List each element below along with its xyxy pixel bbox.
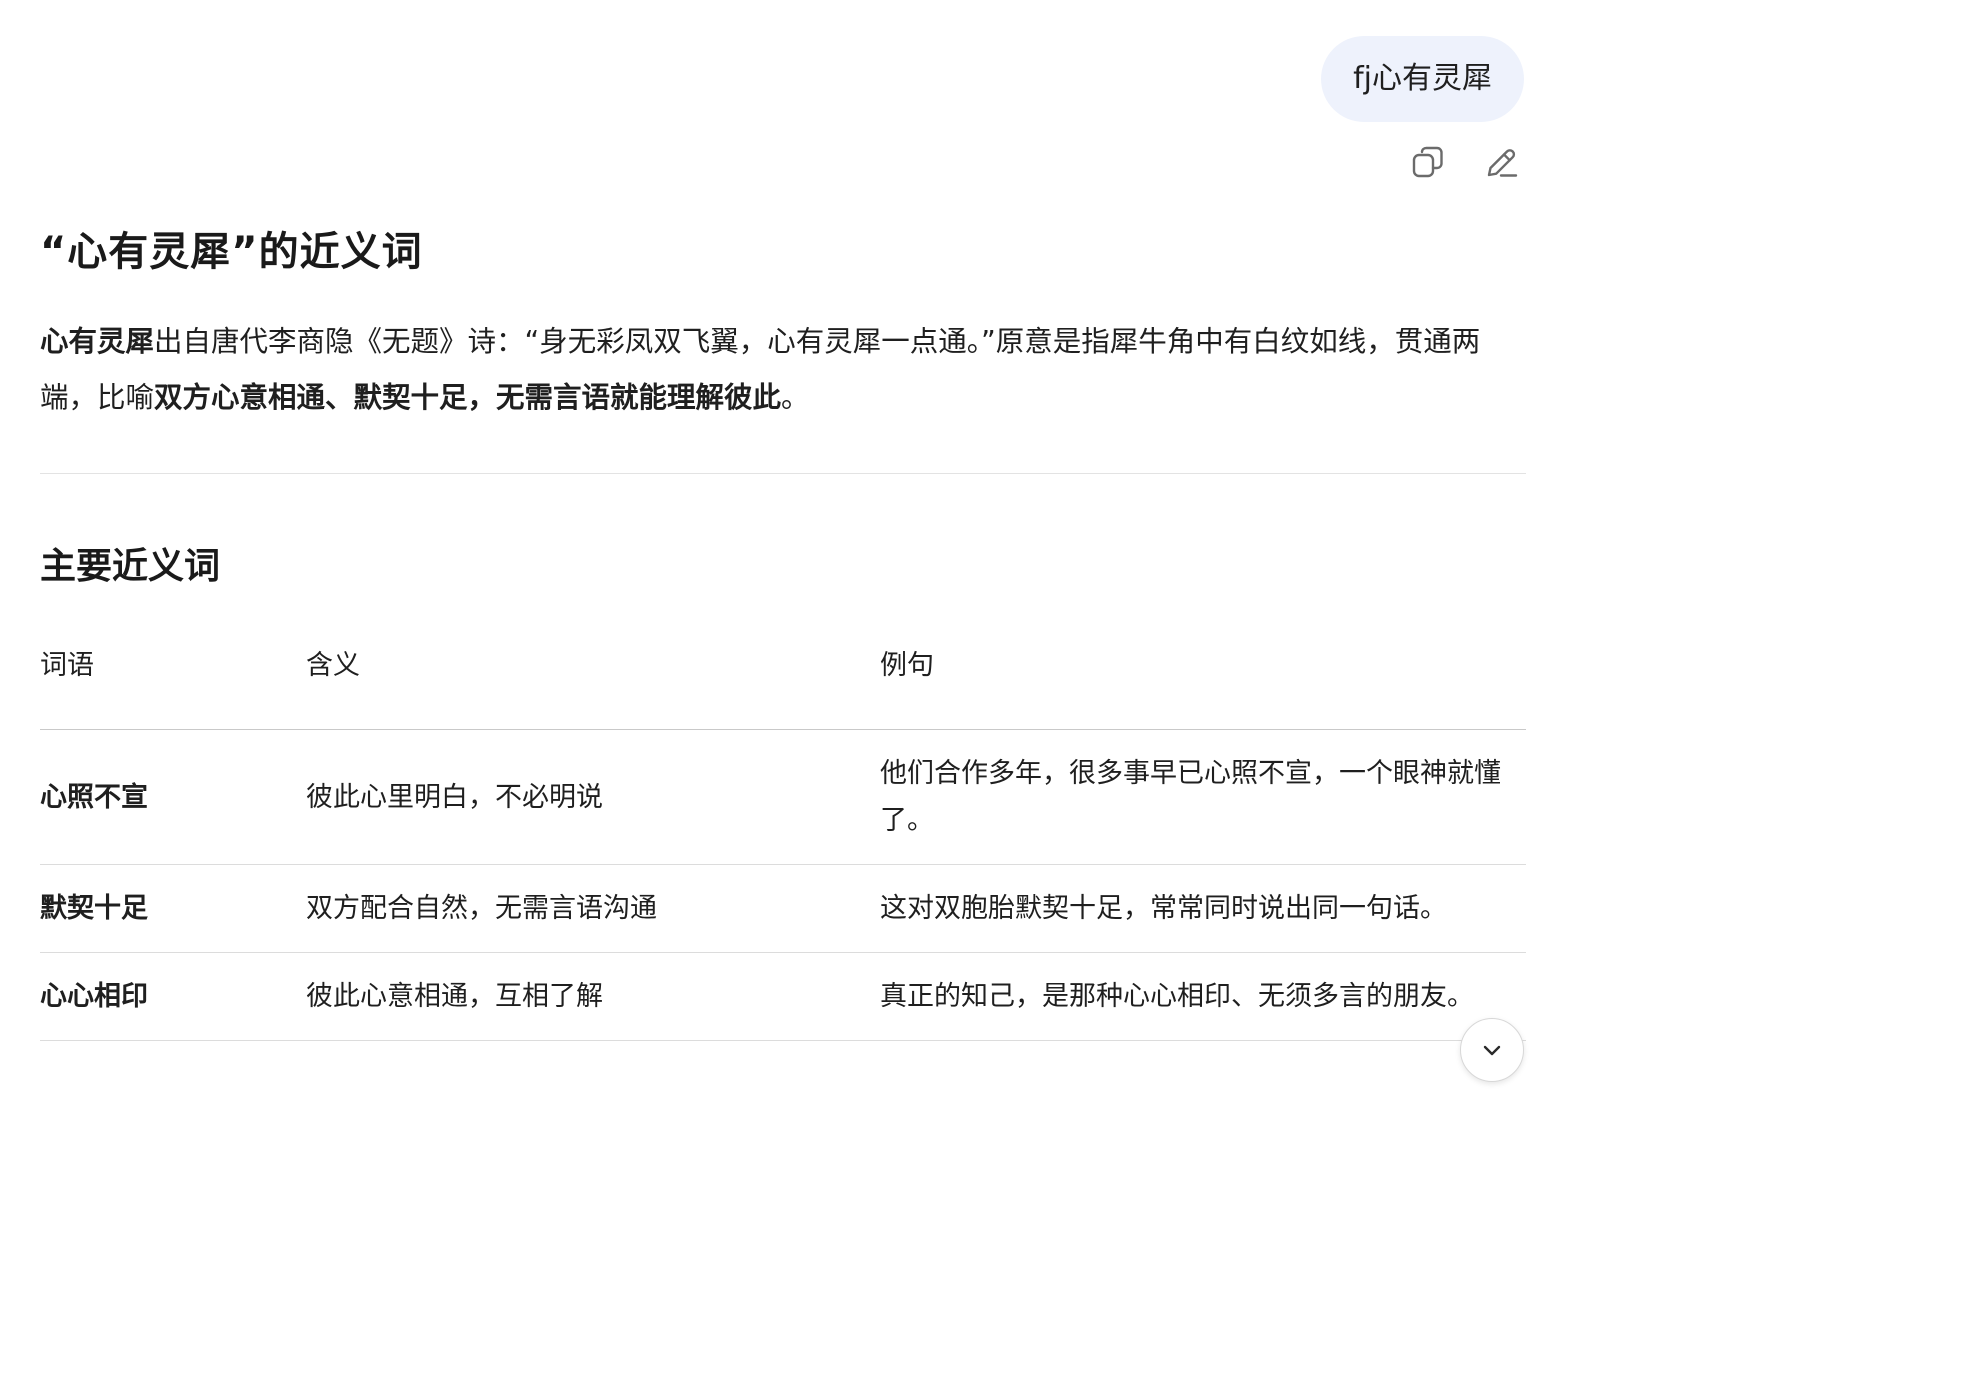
copy-button[interactable]	[1410, 142, 1446, 182]
row-meaning: 彼此心里明白，不必明说	[306, 729, 880, 865]
table-row: 默契十足 双方配合自然，无需言语沟通 这对双胞胎默契十足，常常同时说出同一句话。	[40, 864, 1526, 953]
header-meaning: 含义	[306, 637, 880, 730]
user-message-bubble: fj心有灵犀	[1321, 36, 1524, 122]
section-title: 主要近义词	[40, 546, 221, 587]
row-term: 心照不宣	[40, 729, 306, 865]
answer-title: “心有灵犀”的近义词	[40, 229, 423, 275]
copy-icon	[1412, 146, 1443, 178]
message-actions	[1410, 142, 1520, 182]
synonyms-table: 词语 含义 例句 心照不宣 彼此心里明白，不必明说 他们合作多年，很多事早已心照…	[40, 637, 1526, 1041]
row-example: 这对双胞胎默契十足，常常同时说出同一句话。	[880, 864, 1526, 953]
table-row: 心心相印 彼此心意相通，互相了解 真正的知己，是那种心心相印、无须多言的朋友。	[40, 952, 1526, 1041]
intro-term: 心有灵犀	[40, 325, 155, 358]
intro-end: 。	[781, 381, 810, 414]
header-term: 词语	[40, 637, 306, 730]
row-term: 默契十足	[40, 864, 306, 953]
assistant-answer: “心有灵犀”的近义词 心有灵犀出自唐代李商隐《无题》诗：“身无彩凤双飞翼，心有灵…	[40, 222, 1526, 1041]
chevron-down-icon	[1483, 1045, 1501, 1056]
row-example: 他们合作多年，很多事早已心照不宣，一个眼神就懂了。	[880, 729, 1526, 865]
section-divider	[40, 473, 1526, 474]
row-meaning: 双方配合自然，无需言语沟通	[306, 864, 880, 953]
table-header-row: 词语 含义 例句	[40, 637, 1526, 730]
intro-bold-meaning: 双方心意相通、默契十足，无需言语就能理解彼此	[154, 381, 782, 414]
table-row: 心照不宣 彼此心里明白，不必明说 他们合作多年，很多事早已心照不宣，一个眼神就懂…	[40, 729, 1526, 865]
user-message-text: fj心有灵犀	[1353, 61, 1492, 96]
intro-paragraph: 心有灵犀出自唐代李商隐《无题》诗：“身无彩凤双飞翼，心有灵犀一点通。”原意是指犀…	[40, 314, 1526, 426]
row-meaning: 彼此心意相通，互相了解	[306, 952, 880, 1041]
pencil-icon	[1487, 149, 1518, 177]
row-term: 心心相印	[40, 952, 306, 1041]
row-example: 真正的知己，是那种心心相印、无须多言的朋友。	[880, 952, 1526, 1041]
edit-button[interactable]	[1484, 142, 1520, 182]
header-example: 例句	[880, 637, 1526, 730]
scroll-to-bottom-button[interactable]	[1460, 1018, 1524, 1082]
